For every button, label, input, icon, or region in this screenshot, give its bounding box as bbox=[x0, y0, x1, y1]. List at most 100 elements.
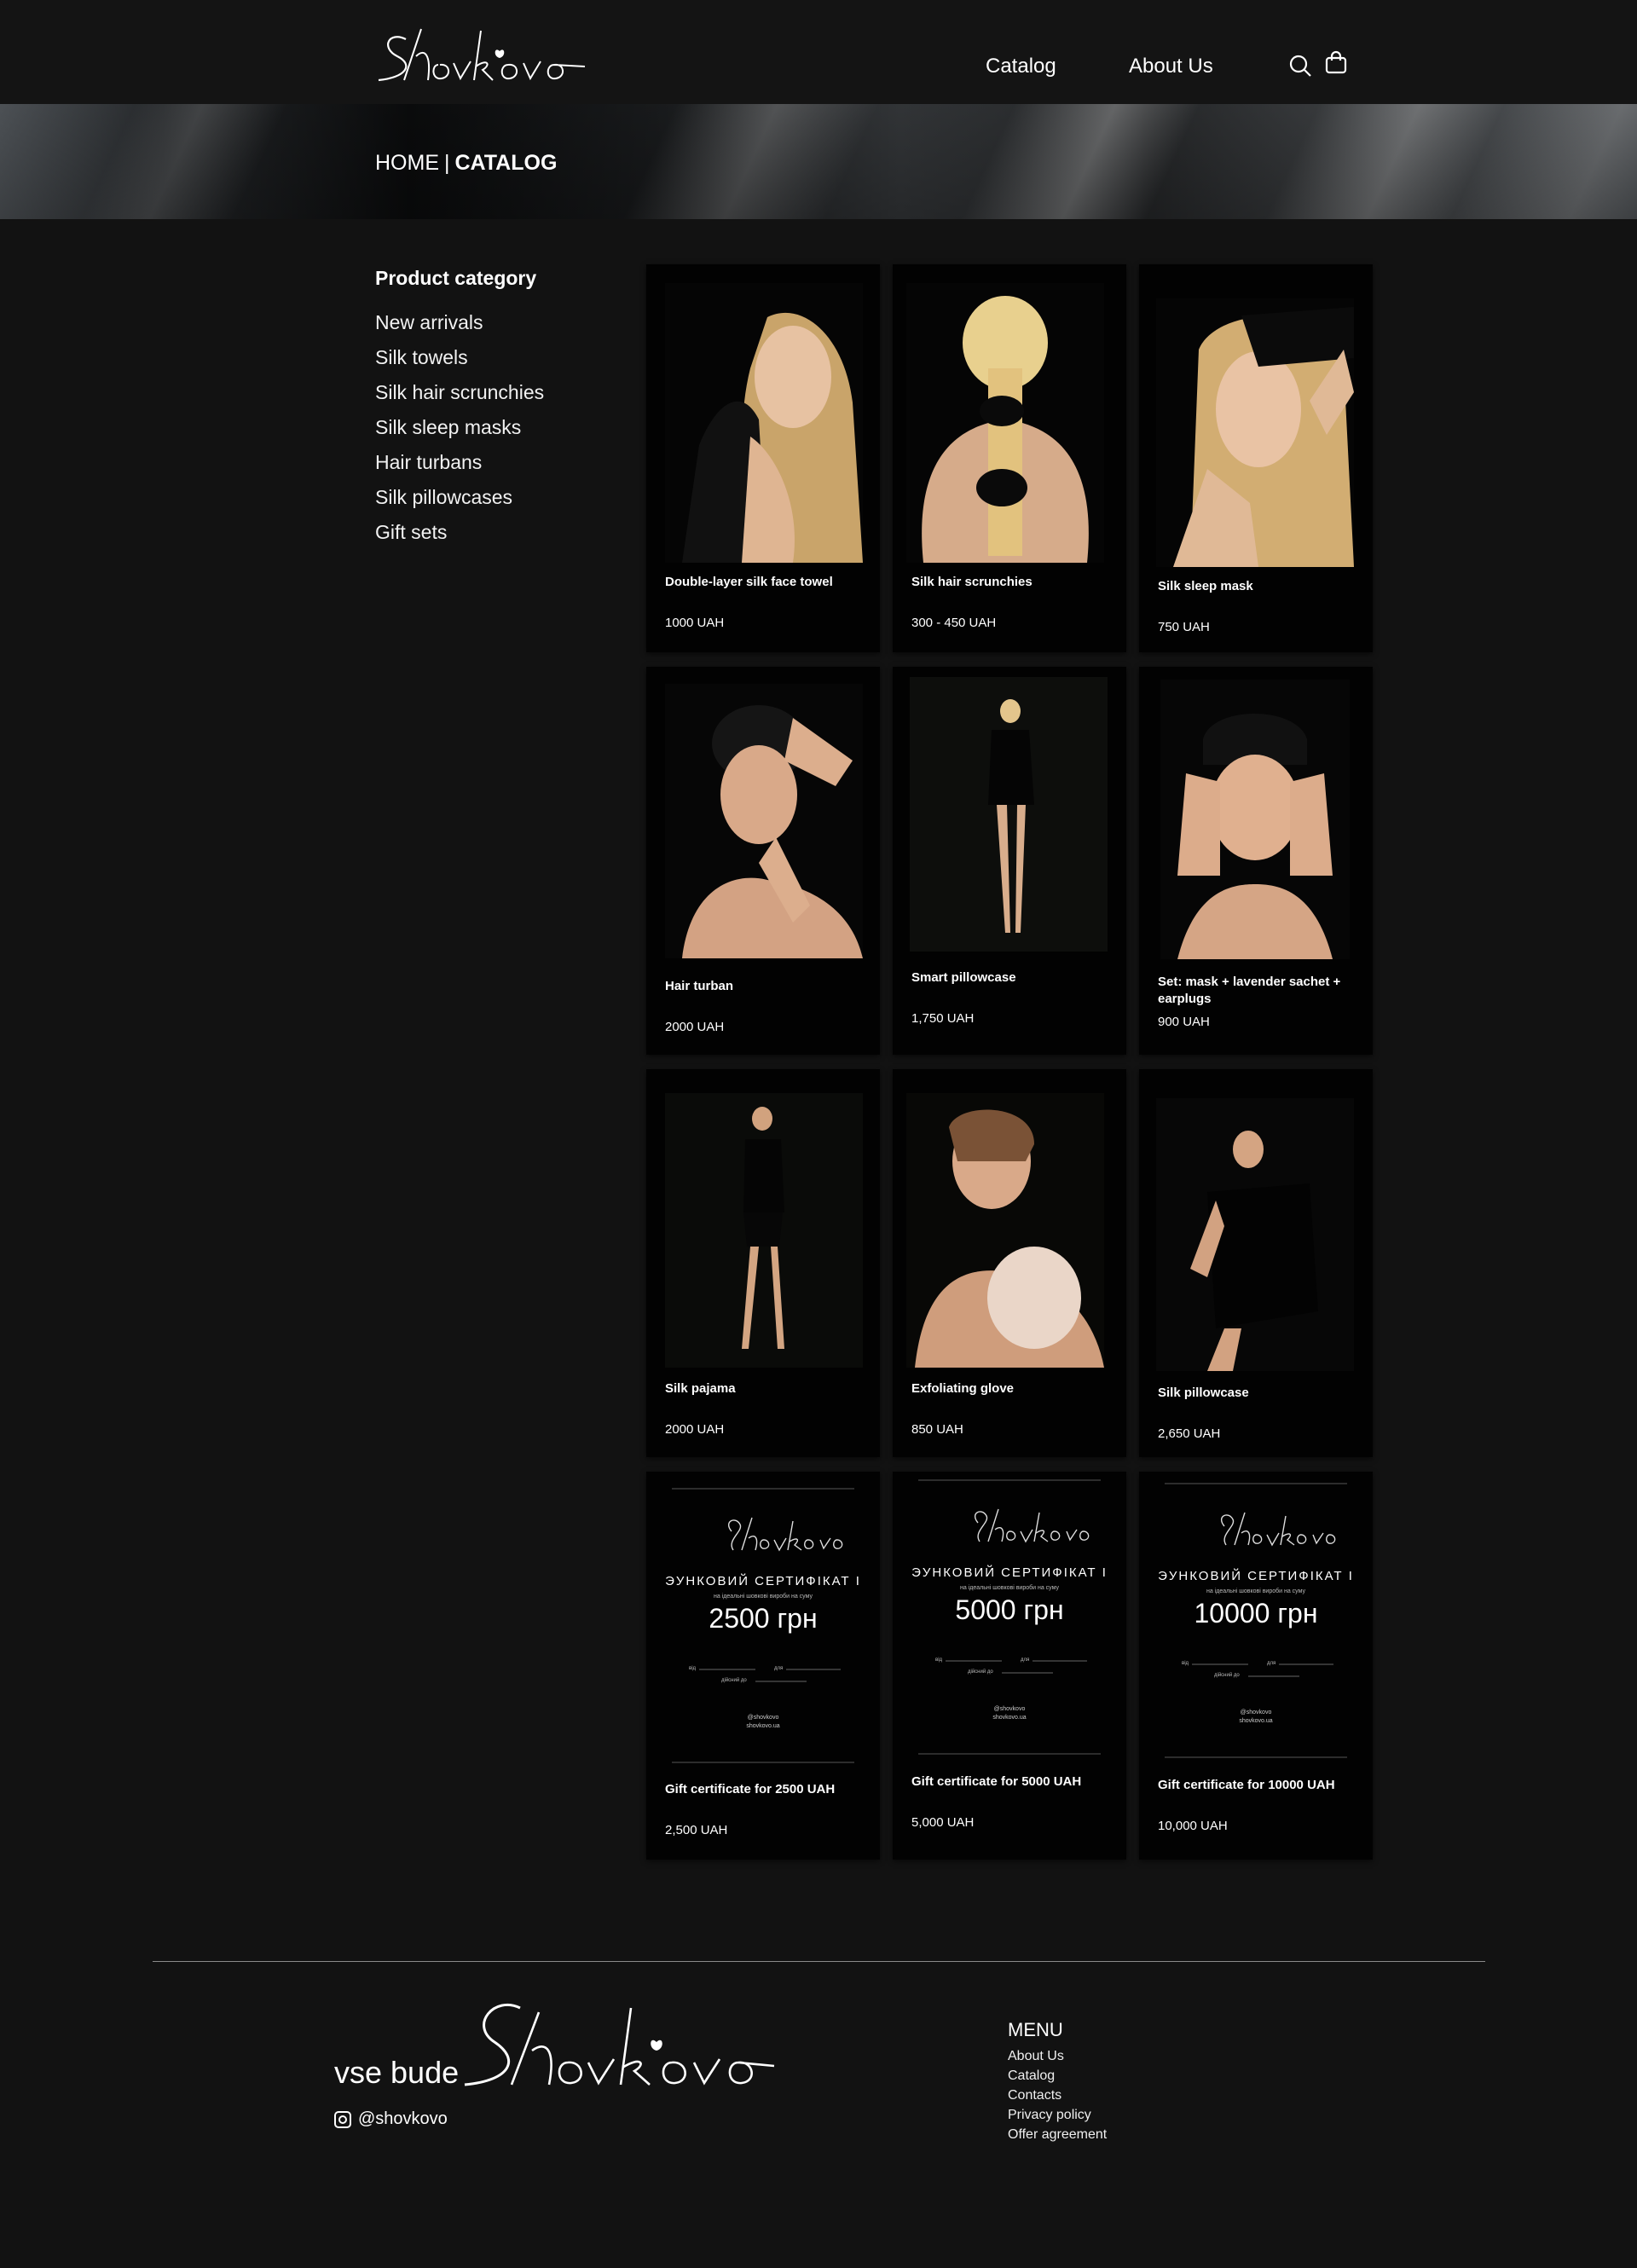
footer-menu-title: MENU bbox=[1008, 2019, 1063, 2040]
product-name: Silk pajama bbox=[665, 1381, 736, 1396]
category-gift-sets[interactable]: Gift sets bbox=[375, 518, 544, 553]
certificate-handle: @shovkovo bbox=[1241, 1710, 1272, 1715]
certificate-valid-label: дійсний до bbox=[1214, 1672, 1240, 1678]
certificate-graphic: ЭУНКОВИЙ СЕРТИФІКАТ І на ідеальні шовков… bbox=[1158, 1483, 1354, 1758]
category-hair-turbans[interactable]: Hair turbans bbox=[375, 448, 544, 483]
product-card[interactable]: Silk pillowcase 2,650 UAH bbox=[1139, 1069, 1373, 1457]
footer-logo bbox=[460, 1991, 776, 2102]
hero-banner bbox=[0, 104, 1637, 219]
brand-logo[interactable] bbox=[372, 14, 593, 90]
category-new-arrivals[interactable]: New arrivals bbox=[375, 309, 544, 344]
product-image[interactable] bbox=[1156, 1098, 1354, 1371]
certificate-website: shovkovo.ua bbox=[1239, 1718, 1272, 1724]
product-card[interactable]: ЭУНКОВИЙ СЕРТИФІКАТ І на ідеальні шовков… bbox=[893, 1472, 1126, 1860]
product-card[interactable]: ЭУНКОВИЙ СЕРТИФІКАТ І на ідеальні шовков… bbox=[646, 1472, 880, 1860]
product-card[interactable]: Double-layer silk face towel 1000 UAH bbox=[646, 264, 880, 652]
footer-menu: MENU About Us Catalog Contacts Privacy p… bbox=[1008, 2019, 1107, 2144]
certificate-handle: @shovkovo bbox=[994, 1706, 1026, 1712]
footer-tagline: vse bude bbox=[334, 2055, 460, 2090]
product-price: 1000 UAH bbox=[665, 616, 725, 630]
product-price: 5,000 UAH bbox=[911, 1815, 975, 1830]
product-price: 2000 UAH bbox=[665, 1020, 725, 1034]
certificate-valid-label: дійсний до bbox=[721, 1677, 747, 1683]
product-image[interactable] bbox=[910, 677, 1108, 952]
product-price: 2,650 UAH bbox=[1158, 1426, 1221, 1441]
product-name: Double-layer silk face towel bbox=[665, 575, 833, 589]
footer-link-privacy[interactable]: Privacy policy bbox=[1008, 2105, 1107, 2125]
product-card[interactable]: ЭУНКОВИЙ СЕРТИФІКАТ І на ідеальні шовков… bbox=[1139, 1472, 1373, 1860]
product-image[interactable] bbox=[665, 684, 863, 958]
certificate-image[interactable]: ЭУНКОВИЙ СЕРТИФІКАТ І на ідеальні шовков… bbox=[901, 1478, 1118, 1756]
product-card[interactable]: Hair turban 2000 UAH bbox=[646, 667, 880, 1055]
product-name: Smart pillowcase bbox=[911, 970, 1016, 985]
breadcrumb-current: CATALOG bbox=[454, 151, 558, 175]
breadcrumb: HOME | CATALOG bbox=[375, 151, 557, 176]
certificate-handle: @shovkovo bbox=[748, 1715, 779, 1721]
product-image[interactable] bbox=[665, 1093, 863, 1368]
certificate-to-label: для bbox=[1021, 1658, 1029, 1663]
product-image[interactable] bbox=[1156, 298, 1354, 567]
product-card[interactable]: Silk sleep mask 750 UAH bbox=[1139, 264, 1373, 652]
certificate-graphic: ЭУНКОВИЙ СЕРТИФІКАТ І на ідеальні шовков… bbox=[911, 1479, 1108, 1755]
product-price: 10,000 UAH bbox=[1158, 1819, 1228, 1833]
product-name: Silk hair scrunchies bbox=[911, 575, 1033, 589]
footer-divider bbox=[153, 1961, 1485, 1962]
product-card[interactable]: Smart pillowcase 1,750 UAH bbox=[893, 667, 1126, 1055]
category-silk-sleep-masks[interactable]: Silk sleep masks bbox=[375, 414, 544, 448]
category-silk-hair-scrunchies[interactable]: Silk hair scrunchies bbox=[375, 379, 544, 414]
certificate-subtitle: на ідеальні шовкові вироби на суму bbox=[1206, 1588, 1306, 1594]
certificate-valid-label: дійсний до bbox=[968, 1669, 993, 1675]
certificate-image[interactable]: ЭУНКОВИЙ СЕРТИФІКАТ І на ідеальні шовков… bbox=[655, 1487, 871, 1764]
product-name: Silk pillowcase bbox=[1158, 1386, 1249, 1400]
product-name: Silk sleep mask bbox=[1158, 579, 1253, 593]
product-card[interactable]: Exfoliating glove 850 UAH bbox=[893, 1069, 1126, 1457]
certificate-from-label: від bbox=[935, 1658, 943, 1663]
product-price: 900 UAH bbox=[1158, 1015, 1210, 1029]
certificate-to-label: для bbox=[1267, 1661, 1275, 1666]
product-image[interactable] bbox=[906, 1093, 1104, 1368]
instagram-icon bbox=[334, 2110, 351, 2128]
footer-logo-script-graphic bbox=[464, 2003, 775, 2086]
breadcrumb-home-link[interactable]: HOME bbox=[375, 151, 439, 175]
certificate-amount: 10000 грн bbox=[1194, 1598, 1317, 1629]
certificate-heading: ЭУНКОВИЙ СЕРТИФІКАТ І bbox=[665, 1573, 861, 1588]
certificate-heading: ЭУНКОВИЙ СЕРТИФІКАТ І bbox=[1158, 1568, 1354, 1583]
product-image[interactable] bbox=[665, 283, 863, 563]
product-name: Exfoliating glove bbox=[911, 1381, 1015, 1396]
product-price: 850 UAH bbox=[911, 1422, 963, 1437]
certificate-amount: 2500 грн bbox=[709, 1603, 817, 1634]
footer-link-about[interactable]: About Us bbox=[1008, 2046, 1107, 2066]
product-name: Hair turban bbox=[665, 979, 734, 993]
product-card[interactable]: Silk hair scrunchies 300 - 450 UAH bbox=[893, 264, 1126, 652]
certificate-subtitle: на ідеальні шовкові вироби на суму bbox=[960, 1584, 1060, 1591]
category-silk-towels[interactable]: Silk towels bbox=[375, 344, 544, 379]
product-card[interactable]: Set: mask + lavender sachet + earplugs 9… bbox=[1139, 667, 1373, 1055]
certificate-graphic: ЭУНКОВИЙ СЕРТИФІКАТ І на ідеальні шовков… bbox=[665, 1488, 861, 1763]
instagram-link[interactable]: @shovkovo bbox=[334, 2109, 448, 2129]
breadcrumb-separator: | bbox=[444, 151, 450, 175]
product-image[interactable] bbox=[906, 283, 1104, 563]
certificate-heading: ЭУНКОВИЙ СЕРТИФІКАТ І bbox=[911, 1565, 1108, 1580]
product-name: Set: mask + lavender sachet + earplugs bbox=[1158, 975, 1341, 1006]
footer-link-offer[interactable]: Offer agreement bbox=[1008, 2125, 1107, 2144]
certificate-website: shovkovo.ua bbox=[746, 1723, 779, 1729]
certificate-from-label: від bbox=[1182, 1661, 1189, 1666]
instagram-handle: @shovkovo bbox=[358, 2109, 448, 2128]
nav-about-link[interactable]: About Us bbox=[1129, 55, 1213, 78]
certificate-image[interactable]: ЭУНКОВИЙ СЕРТИФІКАТ І на ідеальні шовков… bbox=[1148, 1482, 1364, 1759]
product-card[interactable]: Silk pajama 2000 UAH bbox=[646, 1069, 880, 1457]
certificate-to-label: для bbox=[774, 1666, 783, 1671]
category-list: New arrivals Silk towels Silk hair scrun… bbox=[375, 309, 544, 553]
certificate-website: shovkovo.ua bbox=[992, 1715, 1026, 1721]
product-price: 750 UAH bbox=[1158, 620, 1210, 634]
product-price: 1,750 UAH bbox=[911, 1011, 975, 1026]
shopping-bag-icon[interactable] bbox=[1323, 49, 1349, 75]
footer-link-contacts[interactable]: Contacts bbox=[1008, 2086, 1107, 2105]
product-image[interactable] bbox=[1160, 680, 1350, 959]
search-icon[interactable] bbox=[1287, 53, 1313, 78]
category-silk-pillowcases[interactable]: Silk pillowcases bbox=[375, 483, 544, 518]
nav-catalog-link[interactable]: Catalog bbox=[986, 55, 1056, 78]
site-header: Catalog About Us bbox=[0, 0, 1637, 104]
footer-link-catalog[interactable]: Catalog bbox=[1008, 2066, 1107, 2086]
product-price: 2000 UAH bbox=[665, 1422, 725, 1437]
